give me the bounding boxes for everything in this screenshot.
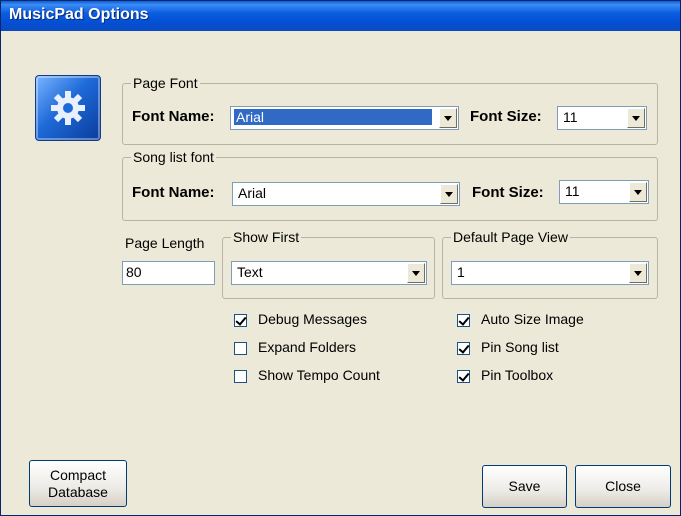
show-first-value: Text [237,264,263,280]
page-length-label: Page Length [125,235,205,251]
page-length-value: 80 [126,264,142,280]
page-font-legend: Page Font [133,75,198,91]
default-page-view-select[interactable]: 1 [451,261,649,285]
show-tempo-count-checkbox[interactable]: Show Tempo Count [234,367,424,387]
auto-size-image-checkbox[interactable]: Auto Size Image [457,311,647,331]
page-font-size-label: Font Size: [470,108,542,125]
save-button-label: Save [508,478,541,495]
close-button[interactable]: Close [575,465,671,508]
debug-messages-label: Debug Messages [258,311,367,327]
pin-song-list-label: Pin Song list [481,339,559,355]
compact-database-line1: Compact [49,467,107,484]
chevron-down-icon[interactable] [629,263,647,283]
chevron-down-icon[interactable] [629,182,647,202]
compact-database-button[interactable]: Compact Database [29,460,127,507]
save-button[interactable]: Save [482,465,567,508]
song-list-font-size-label: Font Size: [472,184,544,201]
page-font-size-select[interactable]: 11 [557,106,647,130]
pin-toolbox-label: Pin Toolbox [481,367,554,383]
chevron-down-icon[interactable] [407,263,425,283]
pin-toolbox-checkbox[interactable]: Pin Toolbox [457,367,647,387]
page-font-name-label: Font Name: [132,108,215,125]
compact-database-line2: Database [48,483,108,500]
checkbox-box[interactable] [457,342,470,355]
gear-icon [51,91,85,125]
checkbox-box[interactable] [457,370,470,383]
chevron-down-icon[interactable] [627,108,645,128]
page-length-input[interactable]: 80 [122,261,215,285]
title-bar[interactable]: MusicPad Options [1,1,680,31]
page-font-name-select[interactable]: Arial [230,106,459,130]
settings-icon-tile [35,75,101,141]
auto-size-image-label: Auto Size Image [481,311,584,327]
song-list-font-name-select[interactable]: Arial [232,182,460,206]
pin-song-list-checkbox[interactable]: Pin Song list [457,339,647,359]
page-font-size-value: 11 [563,109,578,125]
expand-folders-checkbox[interactable]: Expand Folders [234,339,424,359]
chevron-down-icon[interactable] [439,108,457,128]
expand-folders-label: Expand Folders [258,339,357,355]
show-tempo-count-label: Show Tempo Count [258,367,380,383]
song-list-font-legend: Song list font [133,149,214,165]
song-list-font-size-value: 11 [565,183,580,199]
checkbox-box[interactable] [234,342,247,355]
checkbox-box[interactable] [457,314,470,327]
chevron-down-icon[interactable] [440,184,458,204]
close-button-label: Close [605,478,641,495]
window-title: MusicPad Options [9,6,149,23]
default-page-view-legend: Default Page View [453,229,568,245]
song-list-font-name-label: Font Name: [132,184,215,201]
show-first-legend: Show First [233,229,300,245]
checkbox-box[interactable] [234,314,247,327]
song-list-font-size-select[interactable]: 11 [559,180,649,204]
debug-messages-checkbox[interactable]: Debug Messages [234,311,424,331]
show-first-select[interactable]: Text [231,261,427,285]
default-page-view-value: 1 [457,264,465,280]
page-font-name-value: Arial [234,109,432,125]
options-dialog: MusicPad Options Page Font Font Name: Ar… [0,0,681,516]
checkbox-box[interactable] [234,370,247,383]
song-list-font-name-value: Arial [238,185,267,201]
